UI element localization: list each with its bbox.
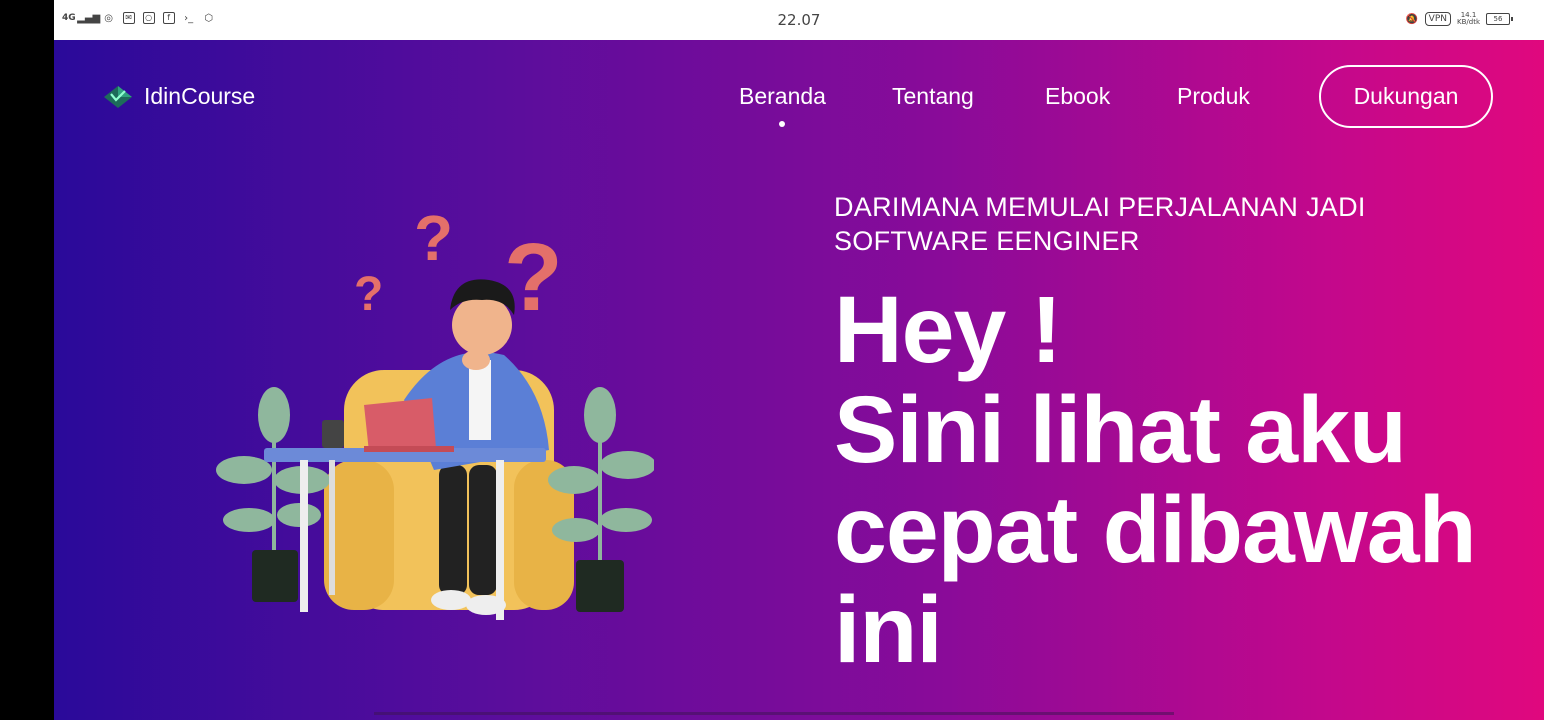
nav-item-ebook[interactable]: Ebook xyxy=(1045,83,1110,110)
brand-logo-icon xyxy=(104,85,132,108)
status-bar-right-icons: 🔕 VPN 14.1 KB/dtk 56 xyxy=(1405,12,1513,26)
device-left-bezel xyxy=(0,0,54,720)
section-divider xyxy=(374,712,1174,715)
thinking-person-illustration: ? ? ? xyxy=(216,202,654,620)
svg-text:?: ? xyxy=(414,202,453,274)
dukungan-button[interactable]: Dukungan xyxy=(1319,65,1493,128)
hero-headline-line: cepat dibawah xyxy=(834,477,1477,583)
signal-icon: ▂▄▆ xyxy=(77,12,101,24)
hero-section: IdinCourse Beranda Tentang Ebook Produk … xyxy=(54,40,1544,720)
network-speed: 14.1 KB/dtk xyxy=(1457,12,1480,26)
facebook-icon: f xyxy=(162,11,176,25)
whatsapp-icon: ◎ xyxy=(104,12,114,24)
nav-item-produk[interactable]: Produk xyxy=(1177,83,1250,110)
battery-icon: 56 xyxy=(1486,13,1513,25)
battery-level: 56 xyxy=(1493,15,1503,23)
hero-headline-line: Sini lihat aku xyxy=(834,377,1407,483)
active-indicator-dot xyxy=(779,121,786,127)
network-indicator: 4G xyxy=(62,13,76,23)
hero-headline-line: ini xyxy=(834,577,943,683)
nav-item-label: Produk xyxy=(1177,83,1250,109)
hero-subtitle-line: SOFTWARE EENGINER xyxy=(834,226,1140,256)
hero-subtitle: DARIMANA MEMULAI PERJALANAN JADI SOFTWAR… xyxy=(834,190,1394,258)
status-bar-left-icons: 4G ▂▄▆ ◎ ✉ ○ f ›_ ⬡ xyxy=(62,11,216,25)
mute-notifications-icon: 🔕 xyxy=(1405,13,1418,25)
hero-headline: Hey ! Sini lihat aku cepat dibawah ini xyxy=(834,280,1534,680)
nav-item-tentang[interactable]: Tentang xyxy=(892,83,974,110)
network-speed-unit: KB/dtk xyxy=(1457,18,1480,26)
mail-icon: ✉ xyxy=(122,11,136,25)
hero-subtitle-line: DARIMANA MEMULAI PERJALANAN JADI xyxy=(834,192,1366,222)
svg-text:?: ? xyxy=(504,224,563,331)
top-navigation: IdinCourse Beranda Tentang Ebook Produk … xyxy=(54,40,1544,155)
brand-link[interactable]: IdinCourse xyxy=(102,83,255,110)
status-bar: 4G ▂▄▆ ◎ ✉ ○ f ›_ ⬡ 22.07 🔕 VPN 14.1 KB/… xyxy=(54,0,1544,40)
clock: 22.07 xyxy=(777,11,821,29)
svg-text:?: ? xyxy=(354,268,383,321)
nav-item-label: Beranda xyxy=(739,83,826,109)
instagram-icon: ○ xyxy=(142,11,156,25)
nav-item-label: Tentang xyxy=(892,83,974,109)
settings-app-icon: ⬡ xyxy=(204,12,214,24)
nav-item-beranda[interactable]: Beranda xyxy=(739,83,826,127)
hero-headline-line: Hey ! xyxy=(834,277,1062,383)
brand-name: IdinCourse xyxy=(144,83,256,109)
nav-item-label: Ebook xyxy=(1045,83,1111,109)
vpn-badge: VPN xyxy=(1424,12,1451,26)
terminal-icon: ›_ xyxy=(184,12,194,24)
